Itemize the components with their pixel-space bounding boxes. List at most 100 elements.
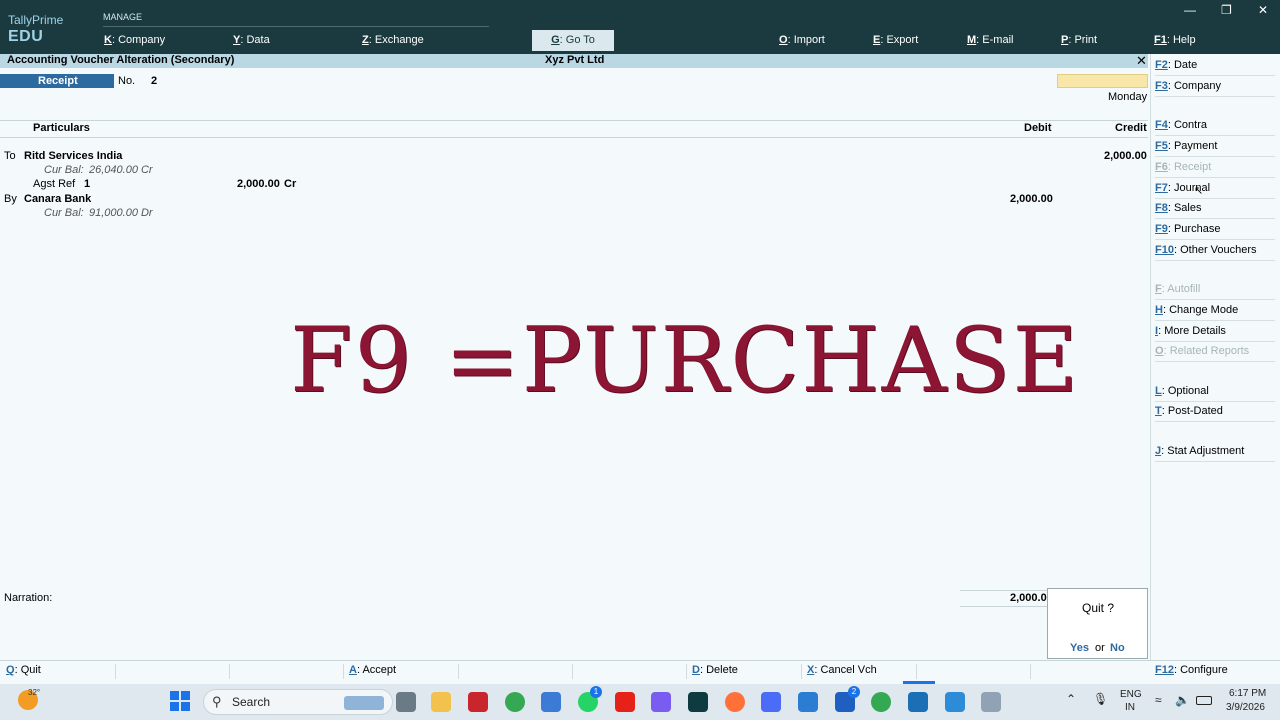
sidebar-button-post-dated[interactable]: T: Post-Dated (1155, 405, 1275, 422)
volume-icon[interactable]: 🔈 (1175, 693, 1190, 707)
sidebar-button-date[interactable]: F2: Date (1155, 59, 1275, 76)
voucher-type-badge[interactable]: Receipt (0, 74, 114, 88)
search-highlight-icon (344, 696, 384, 710)
gemini-icon[interactable] (761, 692, 781, 712)
ledger-name[interactable]: Ritd Services India (24, 150, 122, 162)
window-close-icon[interactable]: ✕ (1258, 3, 1268, 17)
teams-badge: 2 (848, 686, 860, 698)
tallyprime-icon[interactable] (908, 692, 928, 712)
credit-header: Credit (1115, 122, 1147, 134)
battery-icon[interactable] (1196, 696, 1212, 705)
footer-button-cancel-voucher[interactable]: X: Cancel Vch (807, 664, 917, 679)
file-explorer-icon[interactable] (431, 692, 451, 712)
sidebar-button-purchase[interactable]: F9: Purchase (1155, 223, 1275, 240)
menu-print[interactable]: P: Print (1061, 34, 1097, 46)
menu-import[interactable]: O: Import (779, 34, 825, 46)
sidebar-button-receipt[interactable]: F6: Receipt (1155, 161, 1275, 178)
voucher-day: Monday (1108, 91, 1148, 103)
total-top-line (960, 590, 1048, 591)
app-brand-edition: EDU (8, 28, 44, 45)
current-balance-value: 26,040.00 Cr (89, 164, 153, 176)
microphone-icon[interactable]: 🎙 (1093, 692, 1108, 706)
copilot-icon[interactable] (651, 692, 671, 712)
chrome-icon[interactable] (505, 692, 525, 712)
current-balance-value: 91,000.00 Dr (89, 207, 153, 219)
paint-icon[interactable] (945, 692, 965, 712)
sidebar-button-payment[interactable]: F5: Payment (1155, 140, 1275, 157)
footer-button-empty (234, 664, 344, 679)
menu-export[interactable]: E: Export (873, 34, 918, 46)
voucher-title-bar: Accounting Voucher Alteration (Secondary… (0, 53, 1148, 69)
manage-section-label: MANAGE (103, 12, 143, 22)
restore-icon[interactable]: ❐ (1221, 3, 1232, 17)
app-icon[interactable] (688, 692, 708, 712)
bill-ref-type[interactable]: Agst Ref (33, 178, 75, 190)
whatsapp-badge: 1 (590, 686, 602, 698)
bill-ref-no[interactable]: 1 (84, 178, 90, 190)
manage-divider (103, 26, 489, 27)
language-region[interactable]: IN (1125, 702, 1135, 713)
vscode-icon[interactable] (798, 692, 818, 712)
sidebar-button-other-vouchers[interactable]: F10: Other Vouchers (1155, 244, 1275, 261)
quit-dialog: Quit ? Yes or No (1047, 588, 1148, 659)
snipping-tool-icon[interactable] (981, 692, 1001, 712)
entry-prefix: By (4, 193, 17, 205)
windows-start-icon[interactable] (170, 691, 190, 711)
footer-button-empty (577, 664, 687, 679)
minimize-icon[interactable]: — (1184, 3, 1196, 17)
credit-amount[interactable]: 2,000.00 (1104, 150, 1147, 162)
taskbar-search-box[interactable]: ⚲ Search (203, 689, 393, 715)
overlay-caption: F9 =PURCHASE (290, 308, 1081, 413)
entry-prefix: To (4, 150, 16, 162)
particulars-header: Particulars (33, 122, 90, 134)
screen-title: Accounting Voucher Alteration (Secondary… (7, 54, 235, 66)
sidebar-button-change-mode[interactable]: H: Change Mode (1155, 304, 1275, 321)
quit-question: Quit ? (1082, 601, 1115, 615)
tray-chevron-icon[interactable]: ⌃ (1066, 692, 1076, 706)
firefox-icon[interactable] (725, 692, 745, 712)
close-icon[interactable]: ✕ (1136, 53, 1147, 69)
header-divider (0, 120, 1148, 121)
voucher-no-value[interactable]: 2 (151, 75, 157, 87)
menu-data[interactable]: Y: Data (233, 34, 270, 46)
total-bottom-line (960, 606, 1048, 607)
quit-yes-button[interactable]: Yes (1070, 642, 1089, 654)
sidebar-button-contra[interactable]: F4: Contra (1155, 119, 1275, 136)
wifi-icon[interactable]: ≈ (1155, 693, 1162, 707)
footer-button-delete[interactable]: D: Delete (692, 664, 802, 679)
clock-time[interactable]: 6:17 PM (1229, 688, 1266, 699)
menu-email[interactable]: M: E-mail (967, 34, 1013, 46)
sidebar-button-company[interactable]: F3: Company (1155, 80, 1275, 97)
ledger-name[interactable]: Canara Bank (24, 193, 91, 205)
sidebar-button-stat-adjustment[interactable]: J: Stat Adjustment (1155, 445, 1275, 462)
current-balance-label: Cur Bal: (44, 164, 84, 176)
sidebar-button-sales[interactable]: F8: Sales (1155, 202, 1275, 219)
youtube-icon[interactable] (615, 692, 635, 712)
menu-go-to[interactable]: G: Go To (532, 30, 614, 51)
sidebar-button-related-reports[interactable]: O: Related Reports (1155, 345, 1275, 362)
menu-help[interactable]: F1: Help (1154, 34, 1196, 46)
footer-button-quit[interactable]: Q: Quit (6, 664, 116, 679)
search-label: Search (232, 695, 271, 709)
footer-button-configure[interactable]: F12: Configure (1155, 664, 1275, 679)
company-name: Xyz Pvt Ltd (545, 54, 605, 66)
quit-no-button[interactable]: No (1110, 642, 1125, 654)
sidebar-button-more-details[interactable]: I: More Details (1155, 325, 1275, 342)
menu-company[interactable]: K: Company (104, 34, 165, 46)
store-icon[interactable] (541, 692, 561, 712)
sidebar-button-journal[interactable]: F7: Journal (1155, 182, 1275, 199)
footer-button-accept[interactable]: A: Accept (349, 664, 459, 679)
sidebar-button-optional[interactable]: L: Optional (1155, 385, 1275, 402)
active-app-indicator (903, 681, 935, 684)
clock-date[interactable]: 3/9/2026 (1226, 702, 1265, 713)
mcafee-icon[interactable] (468, 692, 488, 712)
menu-exchange[interactable]: Z: Exchange (362, 34, 424, 46)
task-view-icon[interactable] (396, 692, 416, 712)
debit-amount[interactable]: 2,000.00 (1010, 193, 1053, 205)
sidebar-button-autofill[interactable]: F: Autofill (1155, 283, 1275, 300)
chrome-profile-icon[interactable] (871, 692, 891, 712)
language-code[interactable]: ENG (1120, 689, 1142, 700)
bill-ref-amount[interactable]: 2,000.00 (237, 178, 280, 190)
date-field[interactable] (1057, 74, 1148, 88)
top-menu-bar: TallyPrime EDU MANAGE K: Company Y: Data… (0, 0, 1280, 54)
